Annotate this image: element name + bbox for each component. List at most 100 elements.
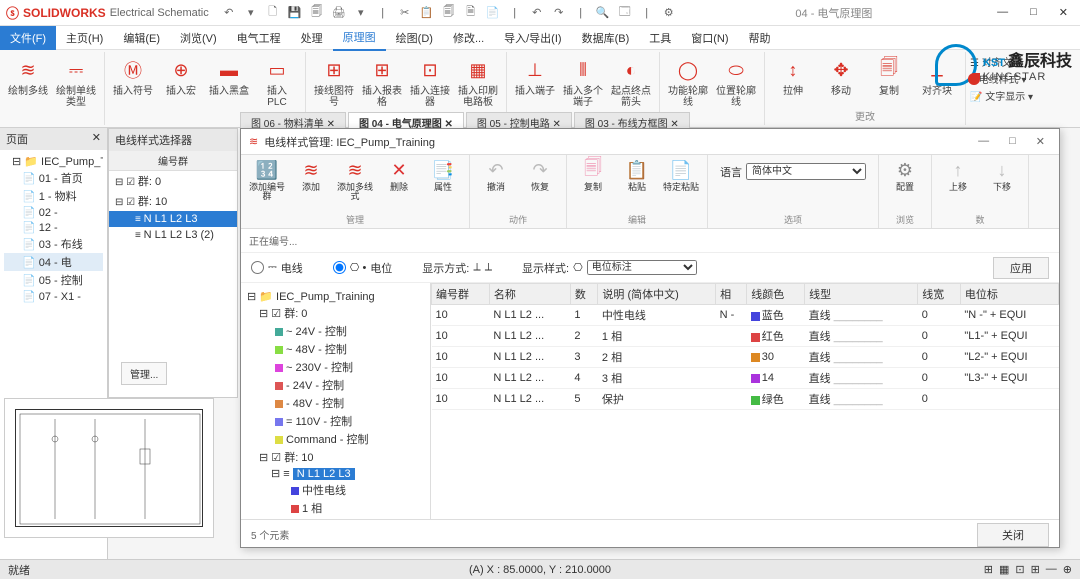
ribbon-button[interactable]: ⊡插入连接器 <box>408 54 452 110</box>
dlg-ribbon-button[interactable]: 📑属性 <box>423 157 463 201</box>
toolbar-icon[interactable]: 🗎 <box>463 5 479 21</box>
dlg-ribbon-button[interactable]: ✕删除 <box>379 157 419 201</box>
dlg-ribbon-button[interactable]: 🗐复制 <box>573 157 613 192</box>
menu-item[interactable]: 编辑(E) <box>113 26 170 50</box>
toolbar-icon[interactable]: | <box>639 5 655 21</box>
sb-icon[interactable]: ⊕ <box>1063 563 1072 576</box>
toolbar-icon[interactable]: ↶ <box>221 5 237 21</box>
toolbar-icon[interactable]: 🔍 <box>595 5 611 21</box>
dlg-ribbon-button[interactable]: ≋添加多线式 <box>335 157 375 201</box>
toolbar-icon[interactable]: ▾ <box>353 5 369 21</box>
menu-item[interactable]: 窗口(N) <box>681 26 738 50</box>
ribbon-button[interactable]: ⊕插入宏 <box>159 54 203 110</box>
tree-wire-item[interactable]: - 48V - 控制 <box>247 394 424 412</box>
tree-node[interactable]: 📄 02 - <box>4 205 103 220</box>
ribbon-button[interactable]: ▬插入黑盒 <box>207 54 251 110</box>
sb-icon[interactable]: ⊞ <box>1031 563 1040 576</box>
tree-wire-item[interactable]: 1 相 <box>247 499 424 517</box>
dlg-ribbon-button[interactable]: 📋粘贴 <box>617 157 657 192</box>
ribbon-button[interactable]: ⊞插入报表格 <box>360 54 404 110</box>
dlg-ribbon-button[interactable]: ↓下移 <box>982 157 1022 192</box>
toolbar-icon[interactable]: 💾 <box>287 5 303 21</box>
toolbar-icon[interactable]: 🖨 <box>331 5 347 21</box>
tree-wire-item[interactable]: 2 相 <box>247 517 424 519</box>
ribbon-button[interactable]: ≋绘制多线 <box>6 54 50 110</box>
toolbar-icon[interactable]: 🗋 <box>265 5 281 21</box>
menu-item[interactable]: 工具 <box>639 26 681 50</box>
wire-nl1l2l3[interactable]: ≡ N L1 L2 L3 <box>109 211 237 227</box>
table-row[interactable]: 10N L1 L2 ...43 相14直线 ________0"L3-" + E… <box>432 368 1059 389</box>
ribbon-button[interactable]: ▦插入印刷电路板 <box>456 54 500 110</box>
group-10[interactable]: ⊟ ☑ 群: 10 <box>109 191 237 211</box>
toolbar-icon[interactable]: ↶ <box>529 5 545 21</box>
ribbon-button[interactable]: ⊞接线图符号 <box>312 54 356 110</box>
tree-node[interactable]: 📄 04 - 电 <box>4 253 103 271</box>
toolbar-icon[interactable]: ▾ <box>243 5 259 21</box>
dlg-close-button[interactable]: ✕ <box>1030 133 1051 150</box>
tree-wire-item[interactable]: ~ 24V - 控制 <box>247 322 424 340</box>
radio-potential[interactable] <box>333 261 346 274</box>
table-row[interactable]: 10N L1 L2 ...21 相红色直线 ________0"L1-" + E… <box>432 326 1059 347</box>
menu-item[interactable]: 导入/导出(I) <box>494 26 571 50</box>
menu-item[interactable]: 电气工程 <box>227 26 291 50</box>
dlg-ribbon-button[interactable]: ↶撤消 <box>476 157 516 192</box>
panel-close-icon[interactable]: ✕ <box>92 131 101 147</box>
group-0[interactable]: ⊟ ☑ 群: 0 <box>109 171 237 191</box>
disp-icon2[interactable]: ⟂ <box>485 261 492 274</box>
menu-item[interactable]: 处理 <box>291 26 333 50</box>
ribbon-button[interactable]: ✥移动 <box>819 54 863 99</box>
disp-icon1[interactable]: ⟂ <box>473 261 480 274</box>
ribbon-small-button[interactable]: 📝 文字显示 ▾ <box>970 88 1033 103</box>
ribbon-button[interactable]: 🗐复制 <box>867 54 911 99</box>
ribbon-button[interactable]: ↕拉伸 <box>771 54 815 99</box>
sb-icon[interactable]: ▦ <box>999 563 1009 576</box>
toolbar-icon[interactable]: 🗐 <box>309 5 325 21</box>
wire-nl1l2l3-2[interactable]: ≡ N L1 L2 L3 (2) <box>109 227 237 243</box>
ribbon-button[interactable]: ⊥插入端子 <box>513 54 557 110</box>
tree-node[interactable]: 📄 01 - 首页 <box>4 169 103 187</box>
menu-item[interactable]: 原理图 <box>333 25 386 51</box>
language-select[interactable]: 简体中文 <box>746 163 866 180</box>
tree-node[interactable]: 📄 03 - 布线 <box>4 235 103 253</box>
tree-node[interactable]: 📄 1 - 物料 <box>4 187 103 205</box>
menu-item[interactable]: 帮助 <box>739 26 781 50</box>
toolbar-icon[interactable]: ⚙ <box>661 5 677 21</box>
ribbon-button[interactable]: ⫴插入多个端子 <box>561 54 605 110</box>
tree-wire-item[interactable]: Command - 控制 <box>247 430 424 448</box>
dlg-ribbon-button[interactable]: ⚙配置 <box>885 157 925 192</box>
radio-wire[interactable] <box>251 261 264 274</box>
toolbar-icon[interactable]: 🗐 <box>441 5 457 21</box>
close-button[interactable]: ✕ <box>1053 4 1074 21</box>
tree-wire-item[interactable]: = 110V - 控制 <box>247 412 424 430</box>
menu-item[interactable]: 修改... <box>443 26 494 50</box>
tree-wire-item[interactable]: 中性电线 <box>247 481 424 499</box>
toolbar-icon[interactable]: | <box>507 5 523 21</box>
toolbar-icon[interactable]: 📄 <box>485 5 501 21</box>
manage-button[interactable]: 管理... <box>121 362 167 385</box>
minimize-button[interactable]: — <box>991 4 1014 21</box>
tree-wire-item[interactable]: ~ 230V - 控制 <box>247 358 424 376</box>
menu-file[interactable]: 文件(F) <box>0 26 56 50</box>
toolbar-icon[interactable]: | <box>573 5 589 21</box>
maximize-button[interactable]: □ <box>1024 4 1043 21</box>
dlg-ribbon-button[interactable]: ↷恢复 <box>520 157 560 192</box>
table-row[interactable]: 10N L1 L2 ...32 相30直线 ________0"L2-" + E… <box>432 347 1059 368</box>
menu-item[interactable]: 数据库(B) <box>572 26 640 50</box>
tree-wire-item[interactable]: ~ 48V - 控制 <box>247 340 424 358</box>
ribbon-button[interactable]: ◯功能轮廓线 <box>666 54 710 110</box>
ribbon-button[interactable]: Ⓜ插入符号 <box>111 54 155 110</box>
tree-wire-item[interactable]: - 24V - 控制 <box>247 376 424 394</box>
ribbon-button[interactable]: ◐起点终点箭头 <box>609 54 653 110</box>
sb-icon[interactable]: — <box>1046 563 1057 576</box>
toolbar-icon[interactable]: ↷ <box>551 5 567 21</box>
menu-item[interactable]: 主页(H) <box>56 26 113 50</box>
dlg-min-button[interactable]: — <box>972 133 995 150</box>
dlg-ribbon-button[interactable]: ↑上移 <box>938 157 978 192</box>
dlg-ribbon-button[interactable]: 📄特定粘贴 <box>661 157 701 192</box>
style-select[interactable]: 电位标注 <box>587 260 697 275</box>
sb-icon[interactable]: ⊡ <box>1015 563 1024 576</box>
ribbon-button[interactable]: ▭插入 PLC <box>255 54 299 110</box>
table-row[interactable]: 10N L1 L2 ...1中性电线N -蓝色直线 ________0"N -"… <box>432 305 1059 326</box>
sb-icon[interactable]: ⊞ <box>984 563 993 576</box>
dlg-ribbon-button[interactable]: 🔢添加编号群 <box>247 157 287 201</box>
